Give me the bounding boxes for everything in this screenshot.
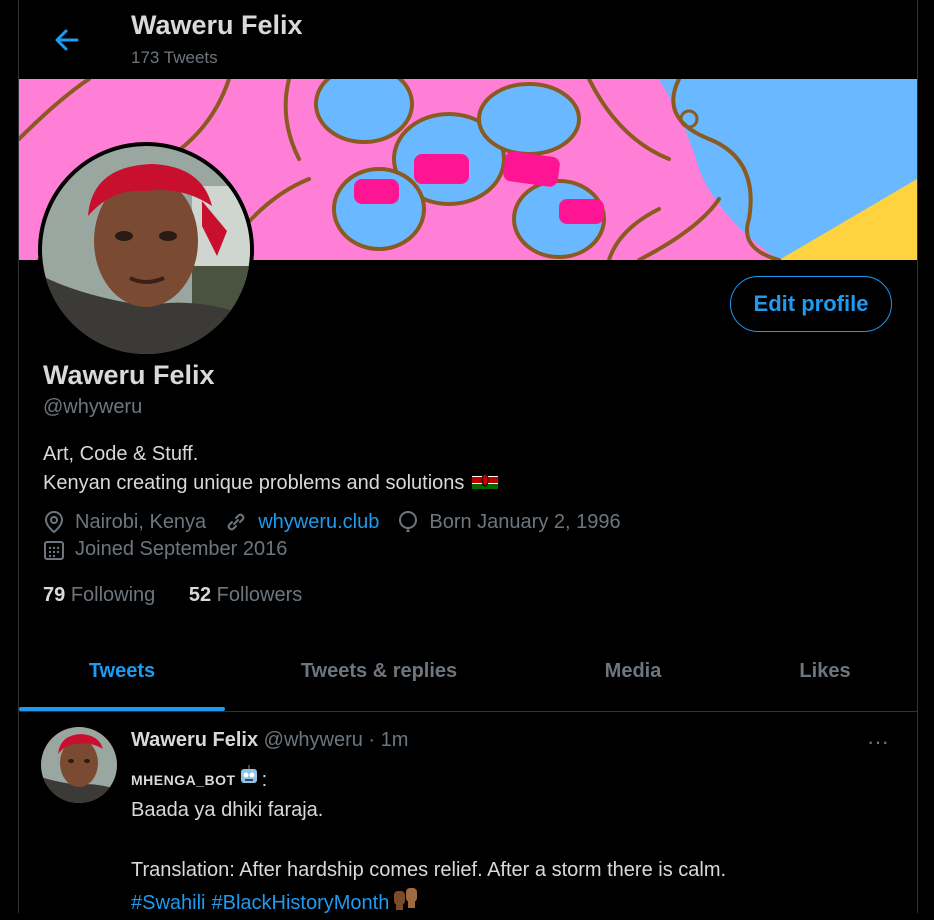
joined-text: Joined September 2016	[75, 538, 288, 560]
bio-line-1: Art, Code & Stuff.	[43, 443, 199, 465]
tweet-header: Waweru Felix @whyweru · 1m	[131, 729, 408, 752]
birthday: Born January 2, 1996	[397, 510, 621, 534]
website: whyweru.club	[224, 510, 379, 534]
link-icon	[227, 513, 245, 531]
followers-link[interactable]: 52 Followers	[189, 584, 302, 606]
following-label: Following	[70, 584, 156, 606]
profile-joined-row: Joined September 2016	[43, 538, 305, 561]
profile-avatar[interactable]	[38, 142, 254, 358]
tweet-author-handle[interactable]: @whyweru	[264, 729, 363, 751]
robot-face-icon	[238, 764, 260, 795]
balloon-icon	[399, 511, 418, 532]
tab-likes[interactable]: Likes	[733, 632, 917, 711]
hashtag-black-history-month[interactable]: #BlackHistoryMonth	[211, 888, 389, 918]
tweet-text: MHENGA_BOT : Baada ya dhiki faraja. Tran…	[131, 764, 891, 920]
profile-meta-row: Nairobi, Kenya whyweru.club Born January…	[43, 510, 639, 534]
kenya-flag-icon	[472, 469, 499, 498]
calendar-icon	[44, 540, 64, 560]
location: Nairobi, Kenya	[43, 510, 206, 534]
raised-fists-icon	[391, 885, 421, 920]
following-link[interactable]: 79 Following	[43, 584, 161, 606]
bio-line-2: Kenyan creating unique problems and solu…	[43, 472, 465, 494]
edit-profile-button[interactable]: Edit profile	[730, 276, 892, 332]
active-tab-indicator	[19, 707, 225, 711]
tab-tweets[interactable]: Tweets	[19, 632, 225, 711]
joined: Joined September 2016	[43, 538, 287, 561]
tweet-line-1: Baada ya dhiki faraja.	[131, 799, 324, 821]
tab-tweets-replies[interactable]: Tweets & replies	[225, 632, 533, 711]
bot-suffix: :	[261, 768, 268, 791]
avatar-photo	[42, 146, 250, 354]
tweet-avatar-photo	[41, 727, 117, 803]
header-name: Waweru Felix	[131, 10, 303, 40]
followers-count: 52	[188, 584, 212, 606]
profile-name: Waweru Felix	[43, 360, 215, 390]
location-text: Nairobi, Kenya	[75, 510, 207, 533]
birthday-text: Born January 2, 1996	[429, 510, 621, 533]
tweet-author-name[interactable]: Waweru Felix	[131, 729, 258, 751]
header-tweet-count: 173 Tweets	[131, 48, 218, 67]
profile-tabs: Tweets Tweets & replies Media Likes	[19, 632, 917, 712]
followers-label: Followers	[216, 584, 303, 606]
tweet-time[interactable]: · 1m	[368, 729, 408, 751]
top-bar: Waweru Felix 173 Tweets	[19, 0, 917, 78]
bot-name: MHENGA_BOT	[131, 771, 236, 788]
profile-handle: @whyweru	[43, 396, 143, 418]
website-link[interactable]: whyweru.club	[258, 511, 379, 534]
tweet[interactable]: Waweru Felix @whyweru · 1m ··· MHENGA_BO…	[19, 712, 917, 914]
follow-counts: 79 Following 52 Followers	[43, 584, 330, 607]
tweet-avatar[interactable]	[41, 727, 117, 803]
following-count: 79	[43, 584, 66, 606]
profile-bio: Art, Code & Stuff. Kenyan creating uniqu…	[43, 440, 499, 498]
hashtag-swahili[interactable]: #Swahili	[131, 888, 205, 918]
profile-column: Waweru Felix 173 Tweets Edit profile Waw…	[18, 0, 918, 914]
tweet-line-2: Translation: After hardship comes relief…	[131, 859, 727, 881]
location-pin-icon	[44, 510, 64, 534]
back-arrow-icon[interactable]	[49, 22, 85, 58]
tab-media[interactable]: Media	[533, 632, 733, 711]
more-options-icon[interactable]: ···	[867, 729, 889, 755]
